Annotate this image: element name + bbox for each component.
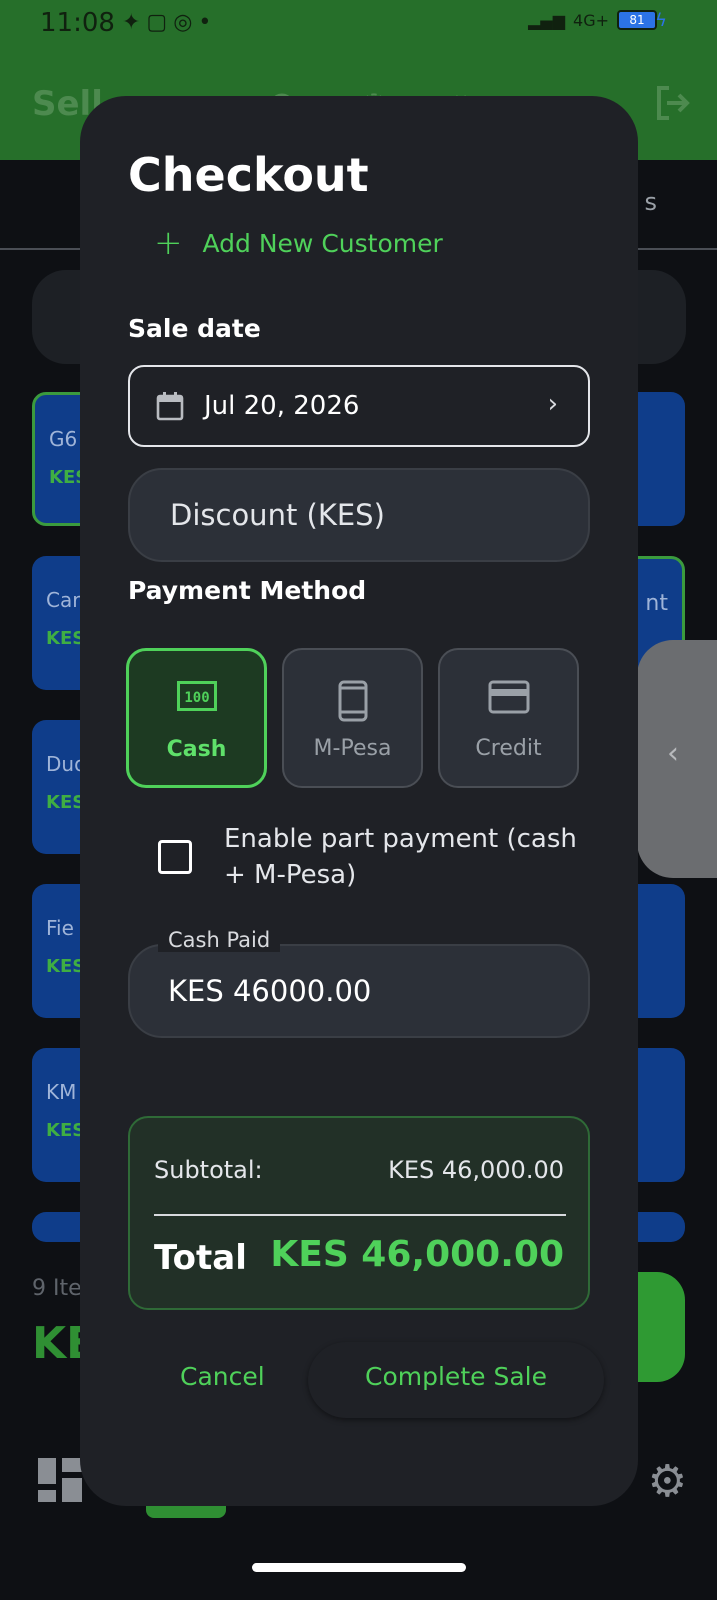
dashboard-icon[interactable] (38, 1458, 82, 1502)
phone-icon (284, 680, 421, 722)
product-name: Car (46, 588, 81, 612)
summary-divider (154, 1214, 566, 1216)
battery-icon: 81 (617, 10, 657, 30)
discount-input[interactable]: Discount (KES) (128, 468, 590, 562)
part-payment-checkbox[interactable] (158, 840, 192, 874)
status-right-icons: ▂▄▆ 4G+ 81 (528, 10, 657, 30)
screen: 11:08 ✦▢◎• ▂▄▆ 4G+ 81 ϟ Sell ● ◌ ⌗ ‹ s G… (0, 0, 717, 1600)
tab-label-fragment[interactable]: s (644, 188, 657, 216)
chevron-right-icon: › (547, 389, 558, 419)
order-summary: Subtotal: KES 46,000.00 Total KES 46,000… (128, 1116, 590, 1310)
charging-icon: ϟ (655, 10, 667, 31)
complete-sale-label: Complete Sale (365, 1362, 547, 1391)
total-value: KES 46,000.00 (270, 1234, 564, 1275)
add-customer-label: Add New Customer (202, 228, 443, 258)
payment-credit-option[interactable]: Credit (438, 648, 579, 788)
notification-icons: ✦▢◎• (122, 10, 218, 35)
complete-sale-button[interactable]: Complete Sale (308, 1342, 604, 1418)
payment-method-label: Payment Method (128, 576, 367, 605)
subtotal-value: KES 46,000.00 (388, 1156, 564, 1184)
total-label: Total (154, 1238, 247, 1278)
chevron-left-icon: ‹ (667, 736, 679, 771)
payment-mpesa-label: M-Pesa (313, 736, 392, 761)
dialog-title: Checkout (128, 148, 369, 202)
status-bar: 11:08 ✦▢◎• ▂▄▆ 4G+ 81 ϟ (0, 0, 717, 50)
cash-paid-value: KES 46000.00 (168, 974, 372, 1008)
part-payment-label: Enable part payment (cash + M-Pesa) (224, 824, 577, 890)
items-count: 9 Ite (32, 1276, 82, 1301)
sale-date-picker[interactable]: Jul 20, 2026 › (128, 365, 590, 447)
product-name: G6 (49, 427, 78, 451)
settings-icon[interactable]: ⚙ (648, 1456, 687, 1507)
checkout-dialog: Checkout + Add New Customer Sale date Ju… (80, 96, 638, 1506)
plus-icon: + (154, 223, 183, 263)
side-panel-handle[interactable]: ‹ (637, 640, 717, 878)
product-name: Fie (46, 916, 74, 940)
signal-icon: ▂▄▆ (528, 10, 566, 30)
svg-text:100: 100 (184, 690, 209, 706)
payment-cash-option[interactable]: 100 Cash (126, 648, 267, 788)
network-label: 4G+ (573, 10, 609, 30)
subtotal-label: Subtotal: (154, 1156, 263, 1184)
cash-icon: 100 (129, 681, 264, 711)
cash-paid-label: Cash Paid (158, 928, 281, 952)
product-name: KM (46, 1080, 77, 1104)
sale-date-label: Sale date (128, 314, 261, 343)
payment-cash-label: Cash (166, 737, 227, 762)
status-time: 11:08 (40, 8, 115, 38)
sale-date-value: Jul 20, 2026 (204, 391, 360, 421)
cash-paid-input[interactable]: Cash Paid KES 46000.00 (128, 928, 590, 1038)
payment-credit-label: Credit (475, 736, 542, 761)
product-name: nt (645, 591, 668, 616)
cancel-button[interactable]: Cancel (180, 1362, 265, 1391)
credit-card-icon (440, 680, 577, 714)
add-customer-button[interactable]: + Add New Customer (154, 223, 443, 263)
logout-icon[interactable] (653, 84, 691, 122)
discount-placeholder: Discount (KES) (170, 498, 385, 532)
payment-mpesa-option[interactable]: M-Pesa (282, 648, 423, 788)
home-indicator[interactable] (252, 1563, 466, 1572)
calendar-icon (156, 392, 184, 421)
